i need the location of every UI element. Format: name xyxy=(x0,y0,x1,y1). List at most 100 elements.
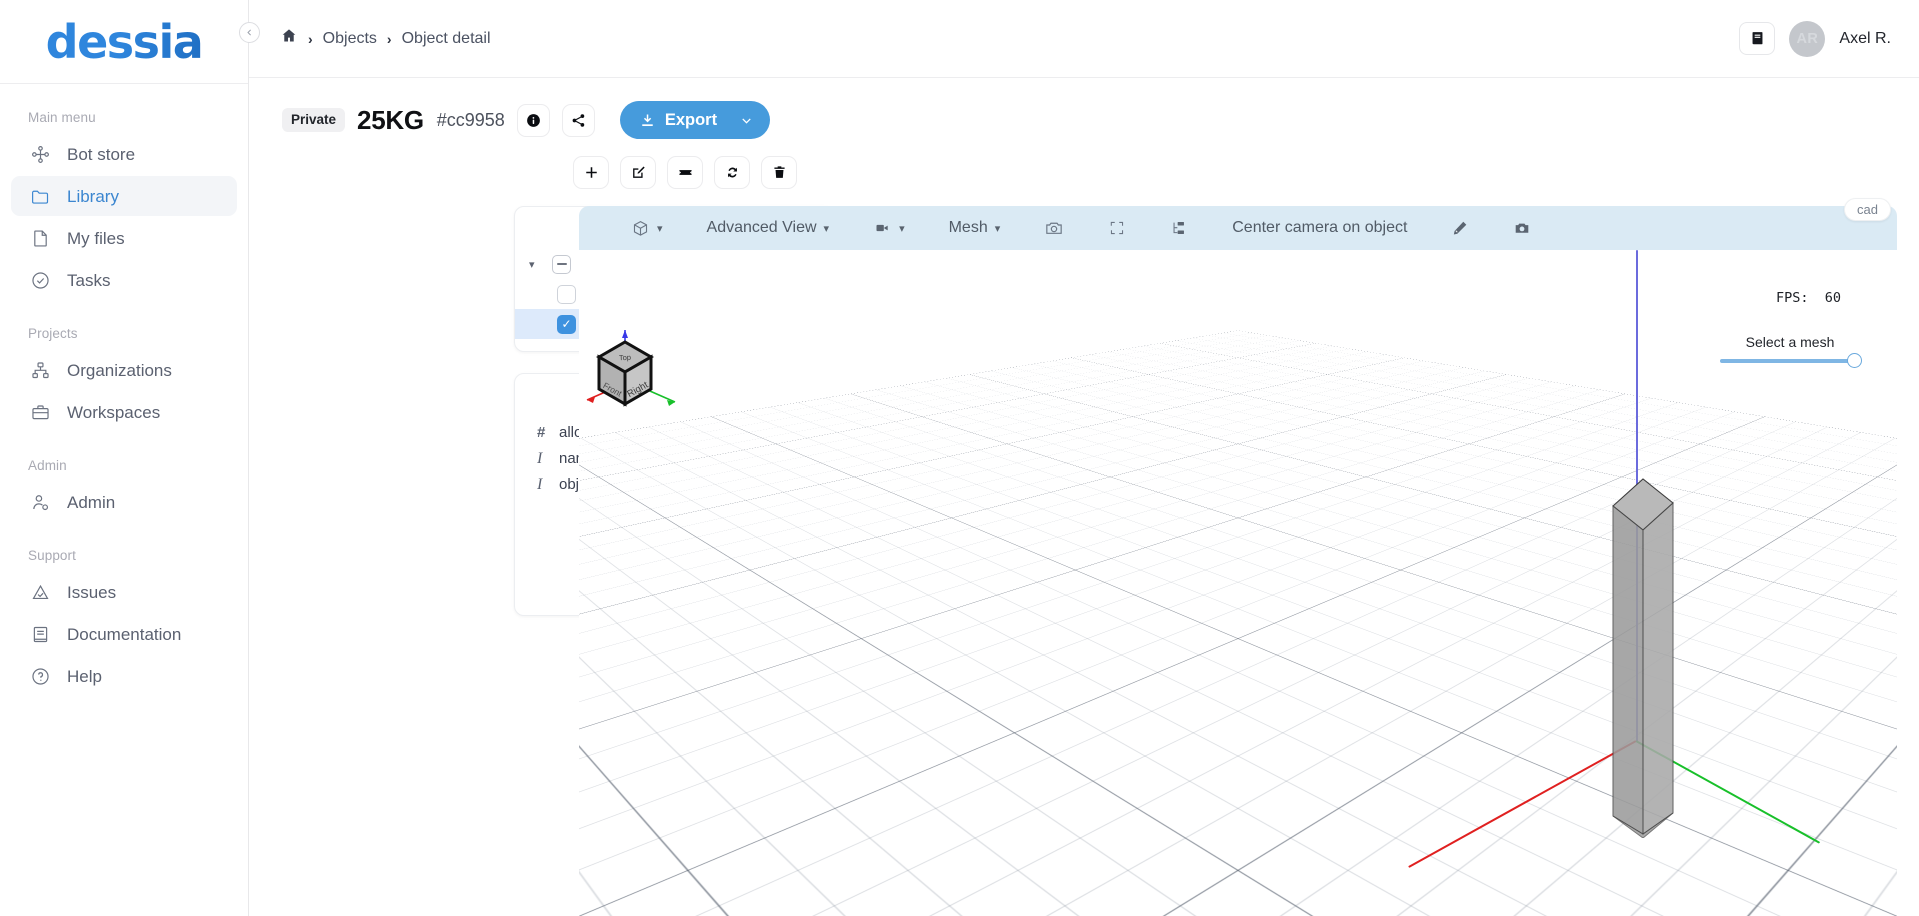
add-button[interactable] xyxy=(573,156,609,189)
center-camera-label: Center camera on object xyxy=(1232,220,1407,236)
cad-object-box[interactable] xyxy=(1612,478,1674,838)
warning-triangle-icon xyxy=(29,581,51,603)
object-header: Private 25KG #cc9958 Export xyxy=(249,78,1919,139)
sidebar-item-admin[interactable]: Admin xyxy=(11,482,237,522)
navigation-cube-gizmo[interactable]: Top Front Right xyxy=(579,312,699,422)
sidebar-item-label: Documentation xyxy=(67,626,181,643)
sidebar-item-documentation[interactable]: Documentation xyxy=(11,614,237,654)
sidebar: dessia Main menu Bot store Library My fi… xyxy=(0,0,249,916)
center-camera-button[interactable]: Center camera on object xyxy=(1210,206,1429,250)
top-bar-right: AR Axel R. xyxy=(1739,21,1895,57)
top-bar: › Objects › Object detail AR Axel R. xyxy=(249,0,1919,78)
checkbox-unchecked[interactable] xyxy=(557,285,576,304)
share-icon xyxy=(570,112,587,129)
breadcrumb-item-objects[interactable]: Objects xyxy=(323,30,377,48)
share-button[interactable] xyxy=(562,104,595,137)
chevron-down-icon: ▾ xyxy=(995,222,1001,235)
sidebar-section-label-main: Main menu xyxy=(0,110,248,125)
checkbox-checked[interactable]: ✓ xyxy=(557,315,576,334)
mesh-slider-handle[interactable] xyxy=(1847,353,1862,368)
breadcrumb-item-object-detail[interactable]: Object detail xyxy=(402,30,491,48)
camera-dropdown[interactable]: ▾ xyxy=(851,206,927,250)
user-name[interactable]: Axel R. xyxy=(1839,30,1891,48)
breadcrumb-separator: › xyxy=(387,31,392,47)
breadcrumb: › Objects › Object detail xyxy=(280,27,491,50)
sidebar-collapse-button[interactable] xyxy=(239,22,260,43)
info-button[interactable] xyxy=(517,104,550,137)
logo[interactable]: dessia xyxy=(0,0,248,84)
sidebar-item-label: Bot store xyxy=(67,146,135,163)
chevron-down-icon xyxy=(739,113,754,128)
page-title: 25KG xyxy=(357,105,424,136)
plus-icon xyxy=(583,164,600,181)
object-action-toolbar xyxy=(249,139,1919,189)
cube-icon xyxy=(631,219,650,238)
mesh-slider-track[interactable] xyxy=(1720,359,1860,363)
mesh-slider-label: Select a mesh xyxy=(1720,334,1860,350)
breadcrumb-separator: › xyxy=(308,31,313,47)
export-button[interactable]: Export xyxy=(620,101,770,139)
sidebar-section-label-support: Support xyxy=(0,548,248,563)
sidebar-item-label: Library xyxy=(67,188,119,205)
sidebar-item-my-files[interactable]: My files xyxy=(11,218,237,258)
edit-button[interactable] xyxy=(620,156,656,189)
advanced-view-dropdown[interactable]: Advanced View ▾ xyxy=(685,206,852,250)
object-hash: #cc9958 xyxy=(437,110,505,131)
logo-text: dessia xyxy=(46,15,203,69)
sidebar-item-label: My files xyxy=(67,230,125,247)
mesh-dropdown[interactable]: Mesh ▾ xyxy=(927,206,1023,250)
bot-store-icon xyxy=(29,143,51,165)
sidebar-item-label: Admin xyxy=(67,494,115,511)
delete-button[interactable] xyxy=(761,156,797,189)
tag-icon xyxy=(677,164,694,181)
string-type-icon: I xyxy=(537,450,550,468)
expand-icon xyxy=(1108,219,1126,237)
chevron-left-icon xyxy=(245,28,254,37)
object-view-dropdown[interactable]: ▾ xyxy=(609,206,685,250)
documentation-button[interactable] xyxy=(1739,22,1775,55)
capture-button[interactable] xyxy=(1491,206,1553,250)
string-type-icon: I xyxy=(537,476,550,494)
question-circle-icon xyxy=(29,665,51,687)
sidebar-item-workspaces[interactable]: Workspaces xyxy=(11,392,237,432)
export-dropdown-toggle[interactable] xyxy=(739,113,754,128)
sidebar-section-label-admin: Admin xyxy=(0,458,248,473)
export-label: Export xyxy=(665,111,717,130)
book-icon xyxy=(1749,30,1766,47)
avatar[interactable]: AR xyxy=(1789,21,1825,57)
mesh-label: Mesh xyxy=(949,220,988,236)
sidebar-item-bot-store[interactable]: Bot store xyxy=(11,134,237,174)
camera-icon xyxy=(1044,218,1064,238)
fps-label: FPS: xyxy=(1776,290,1809,306)
sidebar-item-tasks[interactable]: Tasks xyxy=(11,260,237,300)
chevron-down-icon: ▾ xyxy=(657,222,663,235)
file-icon xyxy=(29,227,51,249)
tree-view-button[interactable] xyxy=(1148,206,1210,250)
sidebar-item-label: Help xyxy=(67,668,102,685)
chevron-down-icon[interactable]: ▾ xyxy=(529,258,542,271)
book-icon xyxy=(29,623,51,645)
mesh-slider[interactable]: Select a mesh xyxy=(1720,334,1860,363)
ruler-icon xyxy=(1451,219,1469,237)
measure-button[interactable] xyxy=(1429,206,1491,250)
viewer-toolbar: ▾ Advanced View ▾ ▾ Mesh ▾ Center camera… xyxy=(579,206,1897,250)
viewer-canvas[interactable]: Top Front Right FPS: 60 Select a mesh xyxy=(579,250,1897,916)
fullscreen-button[interactable] xyxy=(1086,206,1148,250)
sidebar-item-issues[interactable]: Issues xyxy=(11,572,237,612)
refresh-icon xyxy=(724,164,741,181)
sidebar-section-label-projects: Projects xyxy=(0,326,248,341)
sidebar-item-help[interactable]: Help xyxy=(11,656,237,696)
sidebar-item-library[interactable]: Library xyxy=(11,176,237,216)
folder-icon xyxy=(29,185,51,207)
home-icon[interactable] xyxy=(280,27,298,50)
nav-cube-top-label: Top xyxy=(619,353,631,362)
refresh-button[interactable] xyxy=(714,156,750,189)
viewer-tab-cad[interactable]: cad xyxy=(1844,198,1891,221)
number-type-icon: # xyxy=(537,424,550,441)
checkbox-indeterminate[interactable] xyxy=(552,255,571,274)
sidebar-item-organizations[interactable]: Organizations xyxy=(11,350,237,390)
video-camera-icon xyxy=(873,220,892,236)
hierarchy-icon xyxy=(1170,219,1188,237)
screenshot-button[interactable] xyxy=(1022,206,1086,250)
rename-button[interactable] xyxy=(667,156,703,189)
